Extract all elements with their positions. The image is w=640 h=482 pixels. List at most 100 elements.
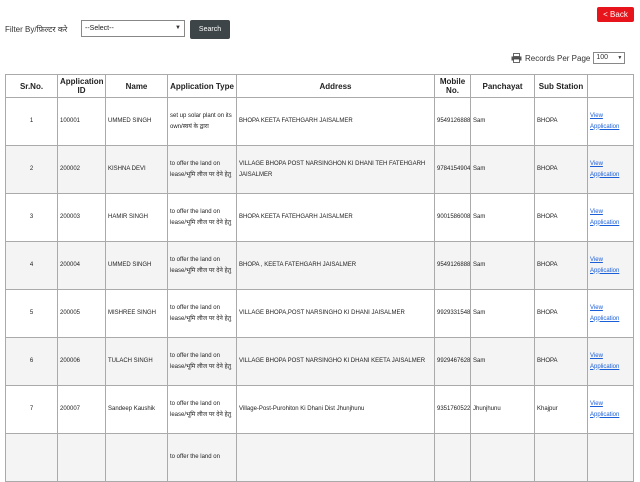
panchayat-cell: Sam (470, 193, 535, 242)
substation-cell: BHOPA (534, 193, 588, 242)
column-header: Name (105, 74, 168, 98)
address-cell: BHOPA KEETA FATEHGARH JAISALMER (236, 97, 435, 146)
type-cell: to offer the land on lease/भूमि लीज पर द… (167, 385, 237, 434)
mobile-cell: 9929331548 (434, 289, 471, 338)
app-id-cell: 200002 (57, 145, 106, 194)
table-row: 4 200004 UMMED SINGH to offer the land on l… (5, 241, 634, 290)
app-id-cell: 200005 (57, 289, 106, 338)
filter-label: Filter By/फ़िल्टर करे (5, 25, 68, 34)
printer-icon[interactable] (511, 53, 522, 63)
filter-select[interactable]: --Select-- ▼ (81, 20, 185, 37)
type-cell: to offer the land on lease/भूमि लीज पर द… (167, 289, 237, 338)
applications-table: Sr.No. Application ID Name Application Type… (5, 74, 634, 482)
table-row: 5 200005 MISHREE SINGH to offer the land on… (5, 289, 634, 338)
column-header: Address (236, 74, 435, 98)
table-row: 1 100001 UMMED SINGH set up solar plant on … (5, 97, 634, 146)
sr-cell: 2 (5, 145, 58, 194)
mobile-cell: 9549126888 (434, 241, 471, 290)
view-application-cell: View Application (587, 289, 634, 338)
view-application-link[interactable]: View Application (590, 353, 619, 370)
sr-cell: 7 (5, 385, 58, 434)
view-application-cell: View Application (587, 241, 634, 290)
view-application-link[interactable]: View Application (590, 401, 619, 418)
type-cell: to offer the land on lease/भूमि लीज पर द… (167, 193, 237, 242)
view-application-cell: View Application (587, 97, 634, 146)
view-application-link[interactable]: View Application (590, 209, 619, 226)
name-cell: Sandeep Kaushik (105, 385, 168, 434)
view-application-link[interactable]: View Application (590, 161, 619, 178)
name-cell: UMMED SINGH (105, 97, 168, 146)
sr-cell: 1 (5, 97, 58, 146)
mobile-cell: 9929467628 (434, 337, 471, 386)
name-cell (105, 433, 168, 482)
table-row: 3 200003 HAMIR SINGH to offer the land on l… (5, 193, 634, 242)
substation-cell (534, 433, 588, 482)
app-id-cell: 200003 (57, 193, 106, 242)
substation-cell: BHOPA (534, 241, 588, 290)
app-id-cell: 200007 (57, 385, 106, 434)
records-per-page-select[interactable]: 100 ▼ (593, 52, 626, 64)
sr-cell (5, 433, 58, 482)
table-row: 6 200006 TULACH SINGH to offer the land on … (5, 337, 634, 386)
table-body: 1 100001 UMMED SINGH set up solar plant on … (5, 97, 634, 482)
type-cell: to offer the land on lease/भूमि लीज पर द… (167, 241, 237, 290)
view-application-cell: View Application (587, 385, 634, 434)
sr-cell: 6 (5, 337, 58, 386)
column-header: Mobile No. (434, 74, 471, 98)
sr-cell: 3 (5, 193, 58, 242)
column-header (587, 74, 634, 98)
column-header: Sub Station (534, 74, 588, 98)
substation-cell: BHOPA (534, 337, 588, 386)
sr-cell: 4 (5, 241, 58, 290)
column-header: Panchayat (470, 74, 535, 98)
records-per-page-label: Records Per Page (525, 53, 591, 63)
table-header: Sr.No. Application ID Name Application Type… (5, 74, 634, 98)
type-cell: to offer the land on (167, 433, 237, 482)
column-header: Sr.No. (5, 74, 58, 98)
table-row: 7 200007 Sandeep Kaushik to offer the land … (5, 385, 634, 434)
chevron-down-icon: ▼ (617, 55, 623, 61)
panchayat-cell (470, 433, 535, 482)
view-application-link[interactable]: View Application (590, 305, 619, 322)
records-per-page-value: 100 (596, 54, 609, 61)
name-cell: KISHNA DEVI (105, 145, 168, 194)
back-button[interactable]: < Back (597, 7, 634, 22)
table-row: to offer the land on (5, 433, 634, 482)
app-id-cell: 200004 (57, 241, 106, 290)
top-band (0, 0, 640, 10)
name-cell: MISHREE SINGH (105, 289, 168, 338)
view-application-link[interactable]: View Application (590, 257, 619, 274)
chevron-down-icon: ▼ (175, 25, 181, 31)
substation-cell: BHOPA (534, 289, 588, 338)
panchayat-cell: Sam (470, 97, 535, 146)
mobile-cell: 9001586008 (434, 193, 471, 242)
type-cell: to offer the land on lease/भूमि लीज पर द… (167, 145, 237, 194)
type-cell: to offer the land on lease/भूमि लीज पर द… (167, 337, 237, 386)
address-cell (236, 433, 435, 482)
column-header: Application Type (167, 74, 237, 98)
address-cell: BHOPA KEETA FATEHGARH JAISALMER (236, 193, 435, 242)
name-cell: HAMIR SINGH (105, 193, 168, 242)
panchayat-cell: Sam (470, 337, 535, 386)
column-header: Application ID (57, 74, 106, 98)
panchayat-cell: Sam (470, 145, 535, 194)
address-cell: VILLAGE BHOPA POST NARSINGHO KI DHANI KE… (236, 337, 435, 386)
view-application-link[interactable]: View Application (590, 113, 619, 130)
mobile-cell: 9784154904 (434, 145, 471, 194)
substation-cell: Khajpur (534, 385, 588, 434)
search-button[interactable]: Search (190, 20, 230, 39)
view-application-cell: View Application (587, 145, 634, 194)
panchayat-cell: Jhunjhunu (470, 385, 535, 434)
filter-select-value: --Select-- (85, 25, 114, 32)
address-cell: Village-Post-Purohiton Ki Dhani Dist Jhu… (236, 385, 435, 434)
view-application-cell: View Application (587, 193, 634, 242)
table-row: 2 200002 KISHNA DEVI to offer the land on l… (5, 145, 634, 194)
app-id-cell: 200006 (57, 337, 106, 386)
name-cell: TULACH SINGH (105, 337, 168, 386)
app-id-cell: 100001 (57, 97, 106, 146)
substation-cell: BHOPA (534, 97, 588, 146)
mobile-cell: 9351760522 (434, 385, 471, 434)
mobile-cell (434, 433, 471, 482)
mobile-cell: 9549126888 (434, 97, 471, 146)
panchayat-cell: Sam (470, 241, 535, 290)
